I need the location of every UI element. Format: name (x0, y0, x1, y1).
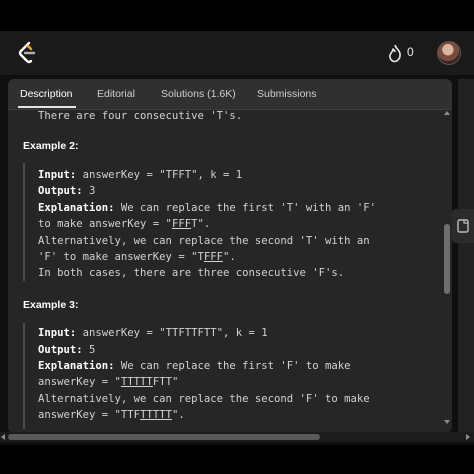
app-window: 0 Description Editorial Solutions (1.6K)… (0, 31, 474, 445)
example-2-output: Output: 3 (38, 185, 95, 197)
output-label: Output: (38, 344, 83, 356)
description-panel: Description Editorial Solutions (1.6K) S… (8, 79, 452, 433)
example-3-explanation-line-4: answerKey = "TTFTTTTT". (38, 409, 185, 421)
example-3-explanation: Explanation: We can replace the first 'F… (38, 360, 351, 372)
explanation-label: Explanation: (38, 202, 115, 214)
scroll-up-arrow-icon[interactable] (444, 111, 450, 115)
active-tab-indicator (18, 106, 76, 108)
scroll-down-arrow-icon[interactable] (444, 420, 450, 424)
document-icon (457, 219, 469, 233)
vertical-scrollbar[interactable] (443, 109, 451, 427)
example-2-explanation: Explanation: We can replace the first 'T… (38, 202, 377, 214)
tab-description[interactable]: Description (20, 88, 73, 100)
example-3-output: Output: 5 (38, 344, 95, 356)
horizontal-scrollbar[interactable] (0, 432, 474, 442)
vertical-scroll-thumb[interactable] (444, 224, 450, 294)
example-3-explanation-line-3: Alternatively, we can replace the second… (38, 393, 370, 405)
output-label: Output: (38, 185, 83, 197)
example-2-explanation-line-5: In both cases, there are three consecuti… (38, 267, 345, 279)
example-3-input: Input: answerKey = "TTFTTFTT", k = 1 (38, 327, 268, 339)
user-avatar[interactable] (437, 41, 461, 65)
example-2-explanation-line-3: Alternatively, we can replace the second… (38, 235, 370, 247)
example-3-title: Example 3: (23, 299, 79, 311)
leetcode-logo-icon[interactable] (16, 41, 38, 65)
input-label: Input: (38, 327, 77, 339)
example-2-input: Input: answerKey = "TFFT", k = 1 (38, 169, 242, 181)
tab-solutions[interactable]: Solutions (1.6K) (161, 88, 236, 100)
input-value: answerKey = "TTFTTFTT", k = 1 (76, 327, 268, 339)
explanation-line: There are four consecutive 'T's. (38, 111, 243, 122)
example-3-explanation-line-2: answerKey = "TTTTTFTT" (38, 376, 179, 388)
input-value: answerKey = "TFFT", k = 1 (76, 169, 243, 181)
top-navbar: 0 (0, 31, 474, 75)
example-2-explanation-line-4: 'F' to make answerKey = "TFFF". (38, 251, 236, 263)
problem-description: There are four consecutive 'T's. Example… (8, 111, 440, 429)
horizontal-scroll-thumb[interactable] (8, 434, 320, 440)
code-panel-toggle[interactable] (452, 209, 474, 243)
explanation-label: Explanation: (38, 360, 115, 372)
streak-count: 0 (407, 45, 414, 59)
example-2-title: Example 2: (23, 140, 79, 152)
tab-bar: Description Editorial Solutions (1.6K) S… (8, 79, 452, 110)
tab-submissions[interactable]: Submissions (257, 88, 317, 100)
scroll-right-arrow-icon[interactable] (466, 434, 470, 440)
streak-flame-icon[interactable] (386, 43, 404, 63)
example-2-explanation-line-2: to make answerKey = "FFFT". (38, 218, 211, 230)
tab-editorial[interactable]: Editorial (97, 88, 135, 100)
scroll-left-arrow-icon[interactable] (1, 434, 5, 440)
output-value: 5 (82, 344, 96, 356)
output-value: 3 (82, 185, 96, 197)
right-panel-edge (458, 79, 474, 433)
input-label: Input: (38, 169, 77, 181)
